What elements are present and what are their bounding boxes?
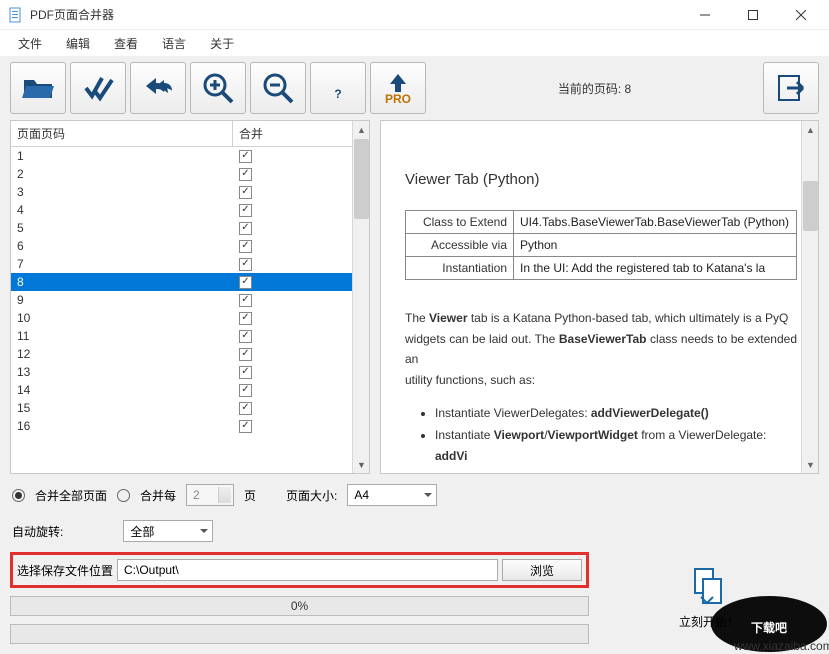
merge-checkbox[interactable]: ✓ [239,150,252,163]
menu-lang[interactable]: 语言 [152,31,196,56]
output-path-label: 选择保存文件位置 [17,562,113,579]
table-row[interactable]: 4✓ [11,201,352,219]
pages-unit-label: 页 [244,487,256,504]
exit-button[interactable] [763,62,819,114]
maximize-button[interactable] [741,3,765,27]
table-row[interactable]: 11✓ [11,327,352,345]
preview-heading: Viewer Tab (Python) [405,171,797,188]
output-path-row: 选择保存文件位置 C:\Output\ 浏览 [10,552,589,588]
current-page-label: 当前的页码: 8 [430,80,759,97]
output-path-input[interactable]: C:\Output\ [117,559,498,581]
merge-checkbox[interactable]: ✓ [239,222,252,235]
menubar: 文件 编辑 查看 语言 关于 [0,30,829,56]
table-row[interactable]: 2✓ [11,165,352,183]
table-row[interactable]: 9✓ [11,291,352,309]
merge-now-label: 立刻开始！ [679,613,739,630]
merge-checkbox[interactable]: ✓ [239,366,252,379]
svg-text:?: ? [334,87,341,101]
merge-checkbox[interactable]: ✓ [239,168,252,181]
pro-button[interactable]: PRO [370,62,426,114]
page-list-scrollbar[interactable]: ▲▼ [352,121,369,473]
merge-checkbox[interactable]: ✓ [239,294,252,307]
merge-all-radio[interactable] [12,489,25,502]
browse-button[interactable]: 浏览 [502,559,582,581]
zoom-in-button[interactable] [190,62,246,114]
merge-checkbox[interactable]: ✓ [239,312,252,325]
minimize-button[interactable] [693,3,717,27]
table-row[interactable]: 6✓ [11,237,352,255]
merge-checkbox[interactable]: ✓ [239,186,252,199]
help-button[interactable]: ? [310,62,366,114]
progress-bar: 0% [10,596,589,616]
open-button[interactable] [10,62,66,114]
table-row[interactable]: 14✓ [11,381,352,399]
preview-list: Instantiate ViewerDelegates: addViewerDe… [435,403,797,473]
close-button[interactable] [789,3,813,27]
merge-each-count[interactable]: 2 [186,484,234,506]
autorotate-select[interactable]: 全部 [123,520,213,542]
table-row[interactable]: 5✓ [11,219,352,237]
window-title: PDF页面合并器 [30,6,693,23]
progress-bar-2 [10,624,589,644]
menu-file[interactable]: 文件 [8,31,52,56]
undo-button[interactable] [130,62,186,114]
menu-edit[interactable]: 编辑 [56,31,100,56]
preview-panel: Viewer Tab (Python) Class to ExtendUI4.T… [380,120,819,474]
table-row[interactable]: 13✓ [11,363,352,381]
preview-paragraph: The Viewer tab is a Katana Python-based … [405,308,797,391]
col-merge-header[interactable]: 合并 [233,121,352,146]
table-row[interactable]: 16✓ [11,417,352,435]
app-icon [8,7,24,23]
autorotate-label: 自动旋转: [12,523,63,540]
preview-table: Class to ExtendUI4.Tabs.BaseViewerTab.Ba… [405,210,797,280]
table-row[interactable]: 10✓ [11,309,352,327]
merge-checkbox[interactable]: ✓ [239,276,252,289]
table-row[interactable]: 1✓ [11,147,352,165]
merge-checkbox[interactable]: ✓ [239,420,252,433]
svg-text:PRO: PRO [385,92,411,106]
merge-checkbox[interactable]: ✓ [239,330,252,343]
table-row[interactable]: 8✓ [11,273,352,291]
col-page-header[interactable]: 页面页码 [11,121,233,146]
zoom-out-button[interactable] [250,62,306,114]
merge-checkbox[interactable]: ✓ [239,384,252,397]
merge-now-button[interactable]: 立刻开始！ [599,552,819,644]
merge-checkbox[interactable]: ✓ [239,204,252,217]
confirm-button[interactable] [70,62,126,114]
merge-checkbox[interactable]: ✓ [239,240,252,253]
menu-about[interactable]: 关于 [200,31,244,56]
menu-view[interactable]: 查看 [104,31,148,56]
merge-all-label: 合并全部页面 [35,487,107,504]
preview-scrollbar[interactable]: ▲▼ [801,121,818,473]
page-list-panel: 页面页码 合并 1✓2✓3✓4✓5✓6✓7✓8✓9✓10✓11✓12✓13✓14… [10,120,370,474]
merge-each-radio[interactable] [117,489,130,502]
table-row[interactable]: 15✓ [11,399,352,417]
merge-checkbox[interactable]: ✓ [239,258,252,271]
table-row[interactable]: 12✓ [11,345,352,363]
table-row[interactable]: 3✓ [11,183,352,201]
merge-checkbox[interactable]: ✓ [239,348,252,361]
merge-each-label: 合并每 [140,487,176,504]
table-row[interactable]: 7✓ [11,255,352,273]
merge-checkbox[interactable]: ✓ [239,402,252,415]
page-size-select[interactable]: A4 [347,484,437,506]
page-size-label: 页面大小: [286,487,337,504]
